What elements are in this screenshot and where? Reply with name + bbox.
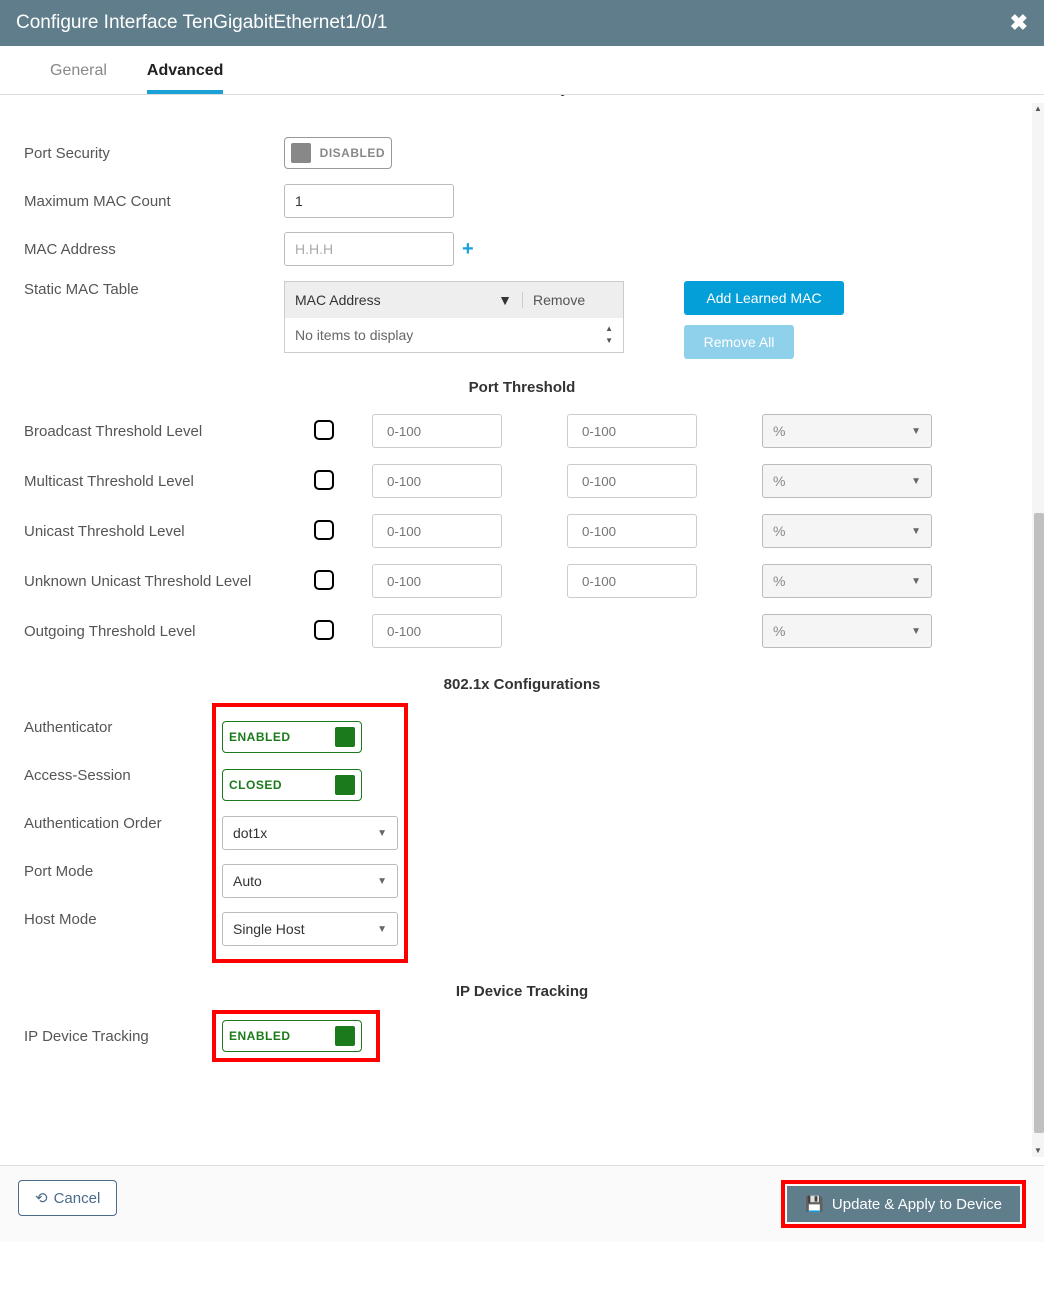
section-dot1x-title: 802.1x Configurations <box>24 656 1020 703</box>
port-security-label: Port Security <box>24 145 284 162</box>
multicast-unit-select[interactable]: %▼ <box>762 464 932 498</box>
unknown-unicast-threshold-label: Unknown Unicast Threshold Level <box>24 573 314 590</box>
multicast-input-2[interactable] <box>567 464 697 498</box>
chevron-down-icon: ▼ <box>911 426 921 437</box>
outgoing-input-1[interactable] <box>372 614 502 648</box>
authenticator-toggle[interactable]: ENABLED <box>222 721 362 753</box>
unicast-unit-select[interactable]: %▼ <box>762 514 932 548</box>
unicast-threshold-label: Unicast Threshold Level <box>24 523 314 540</box>
outgoing-unit-select[interactable]: %▼ <box>762 614 932 648</box>
toggle-knob <box>335 727 355 747</box>
broadcast-threshold-label: Broadcast Threshold Level <box>24 423 314 440</box>
dialog-title: Configure Interface TenGigabitEthernet1/… <box>16 12 387 34</box>
broadcast-input-2[interactable] <box>567 414 697 448</box>
max-mac-count-input[interactable] <box>284 184 454 218</box>
multicast-input-1[interactable] <box>372 464 502 498</box>
static-mac-table-label: Static MAC Table <box>24 281 284 298</box>
cancel-button[interactable]: ⟲ Cancel <box>18 1180 117 1216</box>
unknown-unicast-input-2[interactable] <box>567 564 697 598</box>
add-learned-mac-button[interactable]: Add Learned MAC <box>684 281 844 315</box>
scrollbar-thumb[interactable] <box>1034 513 1044 1133</box>
toggle-knob <box>291 143 311 163</box>
update-apply-button[interactable]: 💾 Update & Apply to Device <box>787 1186 1020 1222</box>
chevron-down-icon: ▼ <box>377 876 387 887</box>
access-session-toggle[interactable]: CLOSED <box>222 769 362 801</box>
toggle-knob <box>335 775 355 795</box>
port-security-toggle[interactable]: DISABLED <box>284 137 392 169</box>
toggle-state-label: DISABLED <box>320 146 385 160</box>
col-remove: Remove <box>523 292 623 308</box>
multicast-checkbox[interactable] <box>314 470 334 490</box>
undo-icon: ⟲ <box>35 1189 48 1207</box>
tab-advanced[interactable]: Advanced <box>147 62 223 94</box>
unknown-unicast-unit-select[interactable]: %▼ <box>762 564 932 598</box>
table-spinner[interactable]: ▲▼ <box>605 325 613 345</box>
title-bar: Configure Interface TenGigabitEthernet1/… <box>0 0 1044 46</box>
col-mac-address[interactable]: MAC Address <box>295 292 381 308</box>
host-mode-select[interactable]: Single Host▼ <box>222 912 398 946</box>
broadcast-unit-select[interactable]: %▼ <box>762 414 932 448</box>
remove-all-button[interactable]: Remove All <box>684 325 794 359</box>
chevron-down-icon: ▼ <box>377 924 387 935</box>
toggle-knob <box>335 1026 355 1046</box>
section-port-threshold-title: Port Threshold <box>24 359 1020 406</box>
chevron-down-icon: ▼ <box>911 526 921 537</box>
multicast-threshold-label: Multicast Threshold Level <box>24 473 314 490</box>
chevron-down-icon: ▼ <box>911 576 921 587</box>
port-mode-select[interactable]: Auto▼ <box>222 864 398 898</box>
outgoing-checkbox[interactable] <box>314 620 334 640</box>
scroll-down-icon[interactable]: ▼ <box>1032 1145 1044 1157</box>
dot1x-highlight: ENABLED CLOSED dot1x▼ Auto▼ <box>212 703 408 963</box>
broadcast-checkbox[interactable] <box>314 420 334 440</box>
mac-address-input[interactable] <box>284 232 454 266</box>
chevron-down-icon: ▼ <box>911 476 921 487</box>
chevron-down-icon: ▼ <box>911 626 921 637</box>
outgoing-threshold-label: Outgoing Threshold Level <box>24 623 314 640</box>
tab-general[interactable]: General <box>50 62 107 94</box>
mac-address-label: MAC Address <box>24 241 284 258</box>
unknown-unicast-checkbox[interactable] <box>314 570 334 590</box>
tab-bar: General Advanced <box>0 46 1044 95</box>
ipdt-toggle[interactable]: ENABLED <box>222 1020 362 1052</box>
host-mode-label: Host Mode <box>24 911 220 928</box>
static-mac-table: MAC Address ▼ Remove No items to display… <box>284 281 624 353</box>
dialog-footer: ⟲ Cancel 💾 Update & Apply to Device <box>0 1165 1044 1242</box>
access-session-label: Access-Session <box>24 767 220 784</box>
add-mac-icon[interactable]: + <box>462 238 474 261</box>
unicast-input-2[interactable] <box>567 514 697 548</box>
scrollbar-track[interactable]: ▲ ▼ <box>1032 103 1044 1157</box>
ipdt-label: IP Device Tracking <box>24 1028 220 1045</box>
auth-order-select[interactable]: dot1x▼ <box>222 816 398 850</box>
unicast-checkbox[interactable] <box>314 520 334 540</box>
apply-highlight: 💾 Update & Apply to Device <box>781 1180 1026 1228</box>
auth-order-label: Authentication Order <box>24 815 220 832</box>
max-mac-count-label: Maximum MAC Count <box>24 193 284 210</box>
no-items-text: No items to display <box>295 327 413 343</box>
unknown-unicast-input-1[interactable] <box>372 564 502 598</box>
close-icon[interactable]: ✖ <box>1010 10 1028 36</box>
save-icon: 💾 <box>805 1195 824 1213</box>
scroll-area: Port Security Port Security DISABLED Max… <box>0 95 1044 1165</box>
ipdt-highlight: ENABLED <box>212 1010 380 1062</box>
unicast-input-1[interactable] <box>372 514 502 548</box>
authenticator-label: Authenticator <box>24 719 220 736</box>
scroll-up-icon[interactable]: ▲ <box>1032 103 1044 115</box>
chevron-down-icon: ▼ <box>377 828 387 839</box>
broadcast-input-1[interactable] <box>372 414 502 448</box>
filter-icon[interactable]: ▼ <box>498 292 512 308</box>
port-mode-label: Port Mode <box>24 863 220 880</box>
section-ipdt-title: IP Device Tracking <box>24 963 1020 1010</box>
